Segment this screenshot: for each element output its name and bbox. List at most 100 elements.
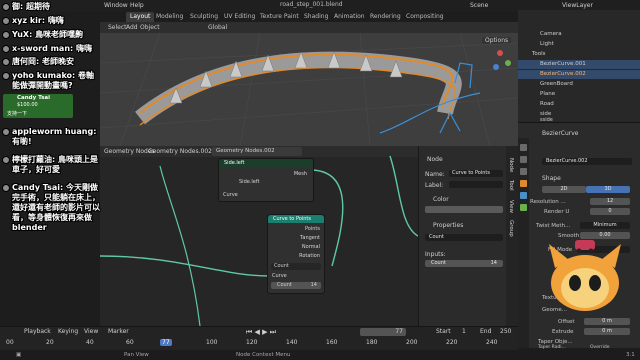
outliner-item[interactable]: Plane [518,90,640,99]
tab-animation[interactable]: Animation [330,12,369,22]
output-tab-icon[interactable] [520,168,527,175]
viewport-menu-select[interactable]: Select [108,24,127,31]
timeline-menu-view[interactable]: View [84,328,98,335]
outliner-item[interactable]: Light [518,40,640,49]
resolution-field[interactable]: 12 [590,198,630,205]
outliner-item[interactable]: GreenBoard [518,80,640,89]
npanel-inputs-label: Inputs: [425,251,446,258]
socket-tangent-label: Tangent [300,235,320,241]
menu-help[interactable]: Help [130,2,144,9]
npanel-mode-dropdown[interactable]: Count [425,234,503,241]
play-controls[interactable]: ⏮ ◀ ▶ ⏭ [246,328,276,337]
object-tab-icon[interactable] [520,180,527,187]
chat-avatar [2,3,10,11]
extrude-field[interactable]: 0 m [584,328,630,335]
npanel-section-node[interactable]: Node [427,156,443,163]
node-curve-to-points[interactable]: Curve to Points Points Tangent Normal Ro… [267,214,325,294]
twist-method-label: Twist Meth... [536,223,571,229]
end-label: End [480,328,492,335]
timeline-menu-marker[interactable]: Marker [108,328,129,335]
socket-curve-label: Curve [223,192,238,198]
node-side-left[interactable]: Side.left Side.left Mesh Curve [218,158,314,202]
tab-rendering[interactable]: Rendering [366,12,405,22]
menu-window[interactable]: Window [104,2,128,9]
npanel-count-field[interactable]: Count 14 [425,260,503,267]
offset-field[interactable]: 0 m [584,318,630,325]
viewport-menu-add[interactable]: Add [126,24,138,31]
donation-user: Candy Tsai [17,95,50,101]
scene-selector[interactable]: Scene [470,2,488,9]
tab-shading[interactable]: Shading [300,12,332,22]
chat-user: xyz kir [12,16,42,25]
timeline-tick: 220 [446,339,458,346]
curve-data-selector[interactable]: BezierCurve.002 [542,158,632,165]
dim-3d-button[interactable]: 3D [586,186,630,193]
outliner-item[interactable]: Tools [518,50,640,59]
tab-sculpting[interactable]: Sculpting [186,12,222,22]
render-u-field[interactable]: 0 [590,208,630,215]
chat-avatar [2,128,10,136]
npanel-tab-group[interactable]: Group [508,220,514,237]
node-label-field[interactable] [449,181,503,188]
current-frame-field[interactable]: 77 [360,328,406,336]
render-tab-icon[interactable] [520,156,527,163]
count-field-value: 14 [310,282,317,288]
tab-texture-paint[interactable]: Texture Paint [256,12,303,22]
timeline[interactable]: Playback Keying View Marker ⏮ ◀ ▶ ⏭ 77 S… [0,326,518,350]
tool-tab-icon[interactable] [520,144,527,151]
view-layer-selector[interactable]: ViewLayer [562,2,593,9]
npanel-section-color[interactable]: Color [433,196,449,203]
chat-user: YuX [12,30,30,39]
modifier-tab-icon[interactable] [520,192,527,199]
tab-compositing[interactable]: Compositing [402,12,448,22]
timeline-ruler[interactable]: 00 20 40 60 77 100 120 140 160 180 200 2… [0,339,518,348]
status-node-context: Node Context Menu [236,352,291,358]
shape-section[interactable]: Shape [542,175,561,182]
tab-modeling[interactable]: Modeling [152,12,187,22]
navigation-gizmo[interactable] [493,50,511,70]
orientation-dropdown[interactable]: Global [208,24,227,31]
chat-avatar [2,17,10,25]
npanel-tab-tool[interactable]: Tool [508,180,514,191]
outliner-item[interactable]: Camera [518,30,640,39]
tab-uv-editing[interactable]: UV Editing [220,12,259,22]
3d-viewport[interactable]: Select Add Object Global Options [100,22,518,146]
node-name-field[interactable]: Curve to Points [449,170,503,177]
chat-message: 唐何岡: 老師晚安 [12,57,74,66]
playhead[interactable]: 77 [160,339,172,346]
bezier-curve-2[interactable] [139,66,456,126]
dim-2d-button[interactable]: 2D [542,186,586,193]
timeline-menu-playback[interactable]: Playback [24,328,51,335]
properties-tab-strip [518,138,529,348]
node-editor[interactable]: Geometry Nodes Geometry Nodes.002 Geomet… [100,146,418,326]
node-color-swatch[interactable] [425,206,503,213]
node-side-left-header: Side.left [219,159,313,167]
stream-chat-overlay: 御: 超期待 xyz kir: 嗨嗨 YuX: 鳥咪老師嘿齁 x-sword m… [0,0,100,270]
timeline-tick: 40 [86,339,94,346]
outliner-item[interactable]: Road [518,100,640,109]
npanel-tab-view[interactable]: View [508,200,514,213]
outliner-item[interactable]: BezierCurve.001 [518,60,640,69]
status-pan-view: Pan View [124,352,149,358]
viewport-menu-object[interactable]: Object [140,24,160,31]
outliner-item-label: Light [540,41,554,47]
curve-data-tab-icon[interactable] [520,204,527,211]
chat-message: 御: 超期待 [12,2,50,11]
chat-user: 唐何岡 [12,57,36,66]
end-value[interactable]: 250 [500,328,511,335]
donation-card: Candy Tsai $100.00 支持一下 [3,94,73,118]
npanel-count-value: 14 [490,260,497,266]
outliner-item[interactable]: BezierCurve.002 [518,70,640,79]
socket-points-label: Points [304,226,320,232]
npanel-tab-node[interactable]: Node [508,158,514,172]
timeline-menu-keying[interactable]: Keying [58,328,78,335]
socket-mesh-label: Mesh [293,171,307,177]
twist-method-dropdown[interactable]: Minimum [580,222,630,229]
node-curve-to-points-header: Curve to Points [268,215,324,223]
mode-dropdown[interactable]: Count [271,263,321,270]
car-icon [575,240,595,250]
count-field[interactable]: Count 14 [271,282,321,289]
npanel-section-properties[interactable]: Properties [433,222,463,229]
start-value[interactable]: 1 [462,328,466,335]
tab-layout[interactable]: Layout [126,12,155,22]
